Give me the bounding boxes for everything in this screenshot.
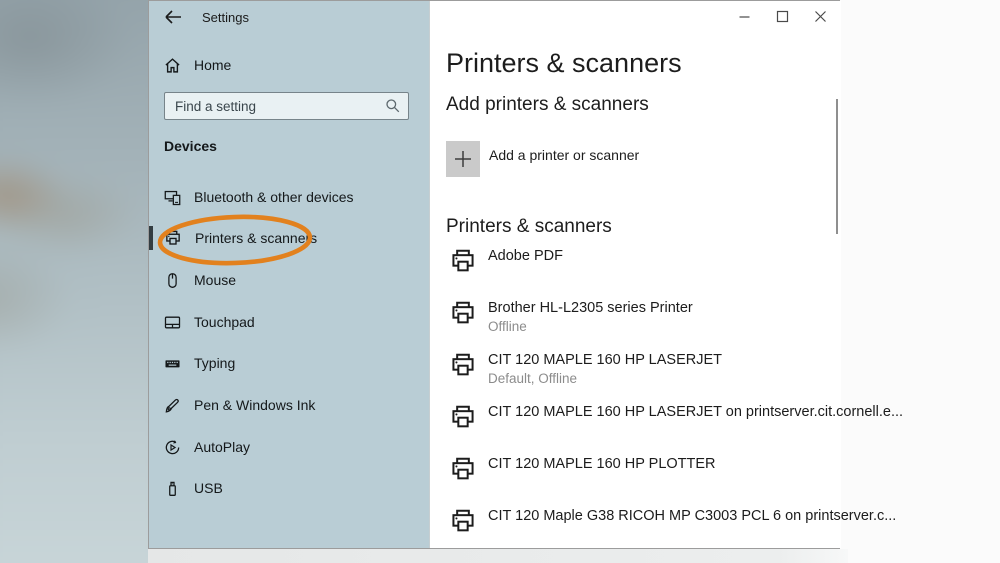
printer-list-title: Printers & scanners [446, 216, 612, 237]
sidebar-item-label: Pen & Windows Ink [194, 397, 316, 413]
desktop-backdrop [0, 0, 148, 563]
sidebar-item-label: Printers & scanners [195, 230, 318, 246]
back-arrow-icon [163, 8, 187, 26]
sidebar-item-typing[interactable]: Typing [149, 343, 429, 383]
printer-list-item[interactable]: CIT 120 MAPLE 160 HP PLOTTER [431, 454, 841, 506]
sidebar-item-autoplay[interactable]: AutoPlay [149, 427, 429, 467]
window-title: Settings [202, 10, 249, 25]
minimize-button[interactable] [725, 1, 763, 31]
add-section-title: Add printers & scanners [446, 94, 649, 115]
printer-list-item[interactable]: CIT 120 Maple G38 RICOH MP C3003 PCL 6 o… [431, 506, 896, 558]
add-printer-button[interactable] [446, 141, 480, 177]
sidebar-item-label: AutoPlay [194, 439, 251, 455]
printer-status: Default, Offline [488, 371, 578, 386]
sidebar-item-label: Home [194, 57, 232, 73]
printer-icon [449, 299, 477, 350]
sidebar-item-mouse[interactable]: Mouse [149, 260, 429, 300]
printer-status: Offline [488, 319, 527, 334]
scrollbar[interactable] [836, 99, 838, 234]
autoplay-icon [164, 439, 181, 456]
printer-list-item[interactable]: CIT 120 MAPLE 160 HP LASERJET Default, Of… [431, 350, 841, 402]
sidebar-item-home[interactable]: Home [149, 45, 429, 85]
window-controls [725, 1, 839, 31]
sidebar-item-label: Typing [194, 355, 236, 371]
printer-icon [449, 507, 477, 558]
printer-name: CIT 120 MAPLE 160 HP LASERJET [488, 352, 722, 368]
sidebar-item-label: Touchpad [194, 314, 255, 330]
printer-name: Adobe PDF [488, 248, 563, 264]
sidebar-item-label: USB [194, 480, 223, 496]
bluetooth-devices-icon [164, 189, 181, 206]
printer-icon [449, 455, 477, 506]
keyboard-icon [164, 355, 181, 372]
page-title: Printers & scanners [446, 48, 682, 78]
printer-icon [164, 229, 182, 247]
plus-icon [452, 148, 474, 170]
settings-sidebar: Settings Home Devices Bluetooth & other … [149, 1, 430, 548]
sidebar-item-label: Bluetooth & other devices [194, 189, 354, 205]
sidebar-section-header: Devices [164, 138, 217, 154]
sidebar-item-label: Mouse [194, 272, 237, 288]
maximize-icon [776, 10, 789, 23]
selected-indicator [149, 226, 153, 250]
home-icon [164, 57, 181, 74]
printer-icon [449, 247, 477, 298]
minimize-icon [738, 10, 751, 23]
printer-list-item[interactable]: CIT 120 MAPLE 160 HP LASERJET on printse… [431, 402, 903, 454]
printer-name: CIT 120 MAPLE 160 HP LASERJET on printse… [488, 404, 904, 420]
sidebar-item-printers-scanners[interactable]: Printers & scanners [149, 218, 429, 258]
printer-name: Brother HL-L2305 series Printer [488, 300, 693, 316]
printer-name: CIT 120 Maple G38 RICOH MP C3003 PCL 6 o… [488, 508, 897, 524]
printer-icon [449, 403, 477, 454]
search-input[interactable] [165, 93, 408, 119]
search-icon [385, 98, 401, 114]
sidebar-item-touchpad[interactable]: Touchpad [149, 302, 429, 342]
sidebar-item-usb[interactable]: USB [149, 468, 429, 508]
printer-list-item[interactable]: Adobe PDF [431, 246, 841, 298]
search-box [164, 92, 409, 120]
screen: Settings Home Devices Bluetooth & other … [0, 0, 1000, 563]
settings-window: Settings Home Devices Bluetooth & other … [148, 0, 903, 549]
touchpad-icon [164, 314, 181, 331]
printer-name: CIT 120 MAPLE 160 HP PLOTTER [488, 456, 716, 472]
close-icon [814, 10, 827, 23]
close-button[interactable] [801, 1, 839, 31]
add-printer-label: Add a printer or scanner [489, 147, 640, 163]
mouse-icon [164, 272, 181, 289]
usb-icon [164, 480, 181, 497]
printer-list-item[interactable]: Brother HL-L2305 series Printer Offline [431, 298, 841, 350]
sidebar-item-pen-windows-ink[interactable]: Pen & Windows Ink [149, 385, 429, 425]
printer-icon [449, 351, 477, 402]
sidebar-item-bluetooth-other-devices[interactable]: Bluetooth & other devices [149, 177, 429, 217]
pen-icon [164, 397, 181, 414]
maximize-button[interactable] [763, 1, 801, 31]
back-button[interactable] [163, 8, 187, 28]
settings-main-pane: Printers & scanners Add printers & scann… [431, 1, 903, 548]
